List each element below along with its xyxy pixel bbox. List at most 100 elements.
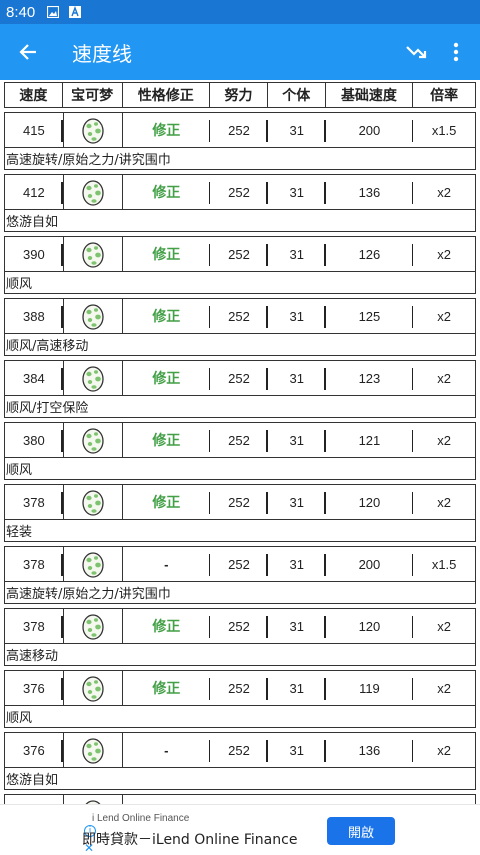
cell-ev: 252 — [210, 175, 268, 209]
cell-iv: 31 — [268, 671, 326, 705]
cell-multiplier: x2 — [437, 742, 451, 758]
table-row[interactable]: 388 修正 252 31 125 x2 — [4, 298, 476, 334]
cell-pokemon[interactable] — [62, 671, 123, 705]
speed-table[interactable]: 速度 宝可梦 性格修正 努力 个体 基础速度 倍率 415 修正 252 31 200 x… — [0, 80, 480, 804]
cell-pokemon[interactable] — [62, 423, 123, 457]
trend-button[interactable] — [402, 38, 430, 66]
table-row[interactable]: 378 修正 252 31 120 x2 — [4, 608, 476, 644]
cell-multiplier: x2 — [437, 246, 451, 262]
cell-ev: 252 — [210, 423, 268, 457]
cell-multiplier: x2 — [437, 308, 451, 324]
cell-pokemon[interactable] — [62, 113, 123, 147]
cell-nature: 修正 — [123, 671, 211, 705]
cell-iv: 31 — [268, 175, 326, 209]
table-row[interactable]: 378 -252 31 200 x1.5 — [4, 546, 476, 582]
cell-nature: - — [123, 733, 211, 767]
row-note: 顺风 — [4, 272, 476, 294]
ad-banner[interactable]: i Lend Online Finance i ✕ 即時貸款－iLend Onl… — [0, 804, 480, 855]
cell-base-speed: 120 — [326, 609, 414, 643]
back-button[interactable] — [0, 24, 56, 80]
row-note: 悠游自如 — [4, 768, 476, 790]
cell-speed: 378 — [5, 609, 63, 643]
cell-base-speed: 121 — [326, 423, 414, 457]
page-title: 速度线 — [72, 41, 132, 66]
cell-base-speed: 125 — [326, 299, 414, 333]
cell-iv: 31 — [268, 237, 326, 271]
cell-speed: 415 — [5, 113, 63, 147]
table-row[interactable]: 378 修正 252 31 120 x2 — [4, 484, 476, 520]
row-note: 高速旋转/原始之力/讲究围巾 — [4, 582, 476, 604]
cell-iv: 31 — [268, 113, 326, 147]
cell-speed: 384 — [5, 361, 63, 395]
status-time: 8:40 — [6, 3, 36, 21]
pokemon-egg-icon — [81, 428, 104, 454]
cell-pokemon[interactable] — [62, 547, 123, 581]
cell-iv: 31 — [268, 609, 326, 643]
cell-pokemon[interactable] — [62, 361, 123, 395]
cell-multiplier: x2 — [437, 370, 451, 386]
table-row[interactable]: 376 -252 31 136 x2 — [4, 732, 476, 768]
pokemon-egg-icon — [81, 118, 104, 144]
status-bar: 8:40 — [0, 0, 480, 24]
table-row[interactable]: 376 修正 252 31 119 x2 — [4, 670, 476, 706]
pokemon-egg-icon — [81, 676, 104, 702]
cell-base-speed: 120 — [326, 485, 414, 519]
header-nature: 性格修正 — [123, 83, 211, 107]
table-header: 速度 宝可梦 性格修正 努力 个体 基础速度 倍率 — [4, 82, 476, 108]
row-note: 顺风/打空保险 — [4, 396, 476, 418]
table-row[interactable]: 384 修正 252 31 123 x2 — [4, 360, 476, 396]
row-note: 高速旋转/原始之力/讲究围巾 — [4, 148, 476, 170]
cell-pokemon[interactable] — [62, 175, 123, 209]
cell-iv: 31 — [268, 733, 326, 767]
cell-nature: 修正 — [123, 423, 211, 457]
table-row-partial[interactable] — [4, 794, 476, 804]
table-row[interactable]: 412 修正 252 31 136 x2 — [4, 174, 476, 210]
cell-base-speed: 123 — [326, 361, 414, 395]
cell-multiplier: x1.5 — [431, 556, 457, 572]
cell-iv: 31 — [268, 485, 326, 519]
cell-multiplier: x2 — [437, 494, 451, 510]
cell-speed: 388 — [5, 299, 63, 333]
table-row[interactable]: 380 修正 252 31 121 x2 — [4, 422, 476, 458]
pokemon-egg-icon — [81, 490, 104, 516]
ad-open-button[interactable]: 開啟 — [327, 817, 395, 845]
header-pokemon: 宝可梦 — [63, 83, 123, 107]
cell-speed: 390 — [5, 237, 63, 271]
row-note: 轻装 — [4, 520, 476, 542]
cell-pokemon[interactable] — [62, 237, 123, 271]
cell-base-speed: 119 — [326, 671, 414, 705]
cell-base-speed: 136 — [326, 733, 414, 767]
cell-nature: 修正 — [123, 237, 211, 271]
pokemon-egg-icon — [81, 738, 104, 764]
cell-speed: 378 — [5, 485, 63, 519]
cell-nature: - — [123, 547, 211, 581]
row-note: 顺风/高速移动 — [4, 334, 476, 356]
header-multiplier: 倍率 — [430, 88, 459, 104]
row-note: 高速移动 — [4, 644, 476, 666]
cell-ev: 252 — [210, 485, 268, 519]
pokemon-egg-icon — [81, 614, 104, 640]
cell-pokemon[interactable] — [62, 485, 123, 519]
cell-ev: 252 — [210, 237, 268, 271]
table-row[interactable]: 415 修正 252 31 200 x1.5 — [4, 112, 476, 148]
row-note: 顺风 — [4, 458, 476, 480]
cell-nature: 修正 — [123, 361, 211, 395]
cell-pokemon[interactable] — [62, 299, 123, 333]
cell-ev: 252 — [210, 733, 268, 767]
table-row[interactable]: 390 修正 252 31 126 x2 — [4, 236, 476, 272]
cell-base-speed: 136 — [326, 175, 414, 209]
cell-nature: 修正 — [123, 485, 211, 519]
cell-pokemon[interactable] — [62, 609, 123, 643]
cell-speed: 380 — [5, 423, 63, 457]
cell-base-speed: 200 — [326, 547, 414, 581]
pokemon-egg-icon — [81, 242, 104, 268]
arrow-left-icon — [19, 44, 36, 60]
cell-base-speed: 200 — [326, 113, 414, 147]
cell-nature: 修正 — [123, 175, 211, 209]
cell-pokemon[interactable] — [62, 733, 123, 767]
pokemon-egg-icon — [81, 180, 104, 206]
ad-source: i Lend Online Finance — [92, 813, 190, 824]
more-button[interactable] — [442, 38, 470, 66]
cell-ev: 252 — [210, 113, 268, 147]
header-ev: 努力 — [210, 83, 268, 107]
